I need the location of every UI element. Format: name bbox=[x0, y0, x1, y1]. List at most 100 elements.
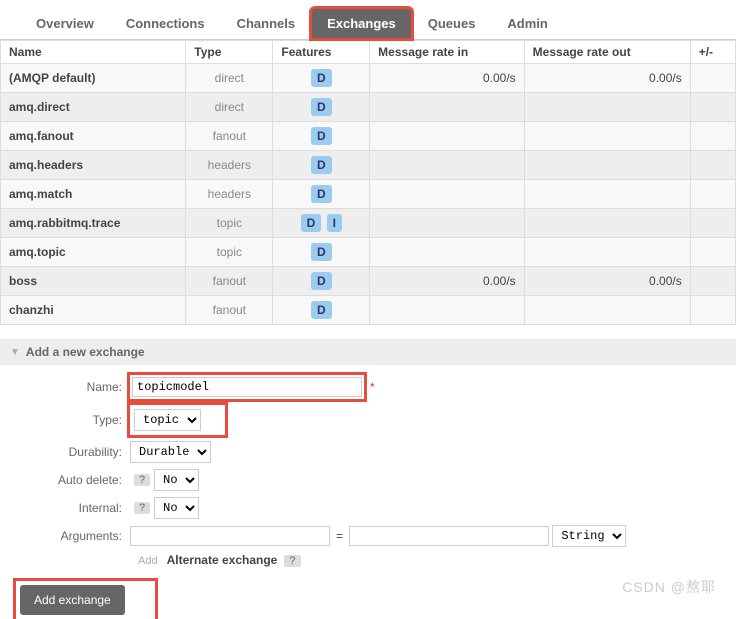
feature-badge: D bbox=[301, 214, 322, 232]
exchange-type-cell: headers bbox=[186, 151, 273, 180]
tab-overview[interactable]: Overview bbox=[20, 8, 110, 39]
rate-in-cell: 0.00/s bbox=[370, 64, 525, 93]
rate-out-cell bbox=[524, 151, 690, 180]
table-row: amq.topic topic D bbox=[1, 238, 736, 267]
col-name[interactable]: Name bbox=[1, 41, 186, 64]
exchange-type-cell: fanout bbox=[186, 267, 273, 296]
section-title: Add a new exchange bbox=[26, 345, 145, 359]
plusminus-cell bbox=[690, 64, 735, 93]
tab-exchanges[interactable]: Exchanges bbox=[311, 8, 412, 39]
rate-out-cell bbox=[524, 209, 690, 238]
internal-label: Internal: bbox=[20, 501, 130, 515]
exchange-name-cell[interactable]: amq.headers bbox=[1, 151, 186, 180]
col-type[interactable]: Type bbox=[186, 41, 273, 64]
add-exchange-button[interactable]: Add exchange bbox=[20, 585, 125, 615]
name-input[interactable] bbox=[132, 377, 362, 397]
help-icon[interactable]: ? bbox=[284, 555, 300, 567]
features-cell: D bbox=[273, 64, 370, 93]
feature-badge: D bbox=[311, 301, 332, 319]
exchange-type-cell: direct bbox=[186, 93, 273, 122]
required-mark: * bbox=[370, 380, 375, 394]
exchange-name-cell[interactable]: amq.direct bbox=[1, 93, 186, 122]
table-row: amq.rabbitmq.trace topic D I bbox=[1, 209, 736, 238]
table-row: amq.direct direct D bbox=[1, 93, 736, 122]
feature-badge: D bbox=[311, 98, 332, 116]
section-add-exchange[interactable]: ▼ Add a new exchange bbox=[0, 339, 736, 365]
add-exchange-form: Name: * Type: topic Durability: Durable … bbox=[0, 375, 736, 567]
plusminus-cell bbox=[690, 238, 735, 267]
table-row: (AMQP default) direct D 0.00/s 0.00/s bbox=[1, 64, 736, 93]
help-icon[interactable]: ? bbox=[134, 502, 150, 514]
col-features[interactable]: Features bbox=[273, 41, 370, 64]
add-hint: Add bbox=[138, 555, 158, 567]
type-select[interactable]: topic bbox=[134, 409, 201, 431]
features-cell: D bbox=[273, 93, 370, 122]
feature-badge: D bbox=[311, 156, 332, 174]
table-row: chanzhi fanout D bbox=[1, 296, 736, 325]
tab-queues[interactable]: Queues bbox=[412, 8, 492, 39]
exchange-type-cell: fanout bbox=[186, 296, 273, 325]
exchange-name-cell[interactable]: (AMQP default) bbox=[1, 64, 186, 93]
rate-in-cell bbox=[370, 238, 525, 267]
rate-in-cell bbox=[370, 93, 525, 122]
rate-out-cell bbox=[524, 296, 690, 325]
rate-in-cell bbox=[370, 209, 525, 238]
table-row: boss fanout D 0.00/s 0.00/s bbox=[1, 267, 736, 296]
watermark: CSDN @熬耶 bbox=[622, 577, 716, 597]
features-cell: D bbox=[273, 238, 370, 267]
plusminus-cell bbox=[690, 296, 735, 325]
autodelete-label: Auto delete: bbox=[20, 473, 130, 487]
plusminus-cell bbox=[690, 209, 735, 238]
feature-badge: D bbox=[311, 185, 332, 203]
table-row: amq.fanout fanout D bbox=[1, 122, 736, 151]
rate-out-cell: 0.00/s bbox=[524, 267, 690, 296]
exchange-name-cell[interactable]: amq.match bbox=[1, 180, 186, 209]
argument-value-input[interactable] bbox=[349, 526, 549, 546]
rate-out-cell: 0.00/s bbox=[524, 64, 690, 93]
col-rate-out[interactable]: Message rate out bbox=[524, 41, 690, 64]
durability-label: Durability: bbox=[20, 445, 130, 459]
durability-select[interactable]: Durable bbox=[130, 441, 211, 463]
exchange-name-cell[interactable]: amq.rabbitmq.trace bbox=[1, 209, 186, 238]
plusminus-cell bbox=[690, 151, 735, 180]
features-cell: D bbox=[273, 151, 370, 180]
tab-admin[interactable]: Admin bbox=[491, 8, 563, 39]
feature-badge: I bbox=[327, 214, 342, 232]
rate-out-cell bbox=[524, 238, 690, 267]
plusminus-cell bbox=[690, 122, 735, 151]
alternate-exchange-label: Alternate exchange bbox=[167, 553, 278, 567]
main-tabs: Overview Connections Channels Exchanges … bbox=[0, 0, 736, 40]
feature-badge: D bbox=[311, 127, 332, 145]
exchange-name-cell[interactable]: boss bbox=[1, 267, 186, 296]
features-cell: D bbox=[273, 296, 370, 325]
rate-in-cell bbox=[370, 180, 525, 209]
tab-connections[interactable]: Connections bbox=[110, 8, 221, 39]
exchange-name-cell[interactable]: amq.topic bbox=[1, 238, 186, 267]
arguments-label: Arguments: bbox=[20, 529, 130, 543]
features-cell: D I bbox=[273, 209, 370, 238]
internal-select[interactable]: No bbox=[154, 497, 199, 519]
help-icon[interactable]: ? bbox=[134, 474, 150, 486]
table-row: amq.headers headers D bbox=[1, 151, 736, 180]
col-plusminus[interactable]: +/- bbox=[690, 41, 735, 64]
features-cell: D bbox=[273, 180, 370, 209]
features-cell: D bbox=[273, 267, 370, 296]
submit-highlight: Add exchange bbox=[16, 581, 155, 619]
autodelete-select[interactable]: No bbox=[154, 469, 199, 491]
name-label: Name: bbox=[20, 380, 130, 394]
table-row: amq.match headers D bbox=[1, 180, 736, 209]
exchange-type-cell: topic bbox=[186, 209, 273, 238]
col-rate-in[interactable]: Message rate in bbox=[370, 41, 525, 64]
feature-badge: D bbox=[311, 272, 332, 290]
argument-type-select[interactable]: String bbox=[552, 525, 626, 547]
tab-channels[interactable]: Channels bbox=[221, 8, 312, 39]
exchange-name-cell[interactable]: chanzhi bbox=[1, 296, 186, 325]
exchanges-table: Name Type Features Message rate in Messa… bbox=[0, 40, 736, 325]
exchange-name-cell[interactable]: amq.fanout bbox=[1, 122, 186, 151]
exchange-type-cell: topic bbox=[186, 238, 273, 267]
equals-sign: = bbox=[330, 529, 349, 543]
exchange-type-cell: fanout bbox=[186, 122, 273, 151]
rate-in-cell bbox=[370, 122, 525, 151]
type-label: Type: bbox=[20, 413, 130, 427]
argument-key-input[interactable] bbox=[130, 526, 330, 546]
